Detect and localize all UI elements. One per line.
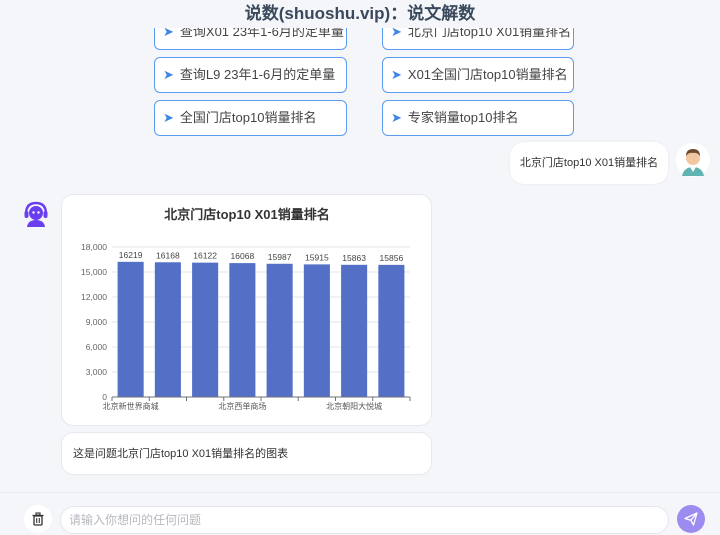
bar[interactable] <box>341 264 368 397</box>
y-tick-label: 12,000 <box>81 292 107 302</box>
chart-title: 北京门店top10 X01销量排名 <box>164 207 329 222</box>
bar[interactable] <box>154 262 181 397</box>
suggestion-label: 查询L9 23年1-6月的定单量 <box>179 67 336 82</box>
clear-history-button[interactable] <box>24 505 52 533</box>
suggestion-panel: ➤ 查询X01 23年1-6月的定单量 ➤ 北京门店top10 X01销量排名 ➤ 查… <box>0 28 720 138</box>
bar-chart: 北京门店top10 X01销量排名 16219 16168 16122 16068 15… <box>81 207 411 411</box>
y-tick-label: 3,000 <box>86 367 108 377</box>
y-tick-label: 9,000 <box>86 317 108 327</box>
x-tick-label: 北京新世界商城 <box>103 401 159 411</box>
bot-caption-bubble: 这是问题北京门店top10 X01销量排名的图表 <box>61 432 432 475</box>
suggestion-label: 北京门店top10 X01销量排名 <box>407 28 572 39</box>
suggestion-button-2[interactable]: ➤ 北京门店top10 X01销量排名 <box>382 28 574 50</box>
input-bar <box>0 492 720 535</box>
bar[interactable] <box>266 263 293 397</box>
bar[interactable] <box>303 264 330 397</box>
suggestion-label: 查询X01 23年1-6月的定单量 <box>179 28 344 39</box>
bar-value-label: 16068 <box>231 251 255 261</box>
user-message-bubble: 北京门店top10 X01销量排名 <box>510 142 668 184</box>
x-tick-label: 北京朝阳大悦城 <box>326 401 382 411</box>
x-tick-label: 北京西单商场 <box>218 401 266 411</box>
suggestion-label: 全国门店top10销量排名 <box>179 110 317 125</box>
bar-value-label: 15856 <box>380 253 404 263</box>
question-input[interactable] <box>60 506 669 534</box>
user-avatar-icon <box>676 143 710 177</box>
suggestion-button-4[interactable]: ➤ X01全国门店top10销量排名 <box>382 57 574 93</box>
suggestion-button-6[interactable]: ➤ 专家销量top10排名 <box>382 100 574 136</box>
bar-value-label: 16168 <box>156 250 180 260</box>
bar[interactable] <box>378 264 405 397</box>
arrow-icon: ➤ <box>163 67 174 82</box>
bar-value-label: 16219 <box>119 250 143 260</box>
headset-bot-icon <box>22 200 50 228</box>
suggestion-button-3[interactable]: ➤ 查询L9 23年1-6月的定单量 <box>154 57 347 93</box>
suggestion-button-1[interactable]: ➤ 查询X01 23年1-6月的定单量 <box>154 28 347 50</box>
arrow-icon: ➤ <box>391 28 402 39</box>
arrow-icon: ➤ <box>163 110 174 125</box>
bar[interactable] <box>229 263 256 397</box>
suggestion-label: X01全国门店top10销量排名 <box>407 67 568 82</box>
y-tick-label: 15,000 <box>81 267 107 277</box>
suggestion-label: 专家销量top10排名 <box>407 110 519 125</box>
bar[interactable] <box>192 262 219 397</box>
bar[interactable] <box>117 261 144 397</box>
bar-value-label: 15863 <box>342 253 366 263</box>
bar-value-label: 15915 <box>305 252 329 262</box>
y-tick-label: 6,000 <box>86 342 108 352</box>
bar-value-label: 16122 <box>193 251 217 261</box>
arrow-icon: ➤ <box>391 110 402 125</box>
arrow-icon: ➤ <box>163 28 174 39</box>
y-tick-label: 0 <box>102 392 107 402</box>
send-button[interactable] <box>677 505 705 533</box>
arrow-icon: ➤ <box>391 67 402 82</box>
trash-icon <box>32 512 44 526</box>
y-tick-label: 18,000 <box>81 242 107 252</box>
chart-card: 北京门店top10 X01销量排名 16219 16168 16122 16068 15… <box>61 194 432 426</box>
paper-plane-icon <box>684 512 698 526</box>
bar-value-label: 15987 <box>268 252 292 262</box>
page-title: 说数(shuoshu.vip)：说文解数 <box>0 0 720 28</box>
suggestion-button-5[interactable]: ➤ 全国门店top10销量排名 <box>154 100 347 136</box>
